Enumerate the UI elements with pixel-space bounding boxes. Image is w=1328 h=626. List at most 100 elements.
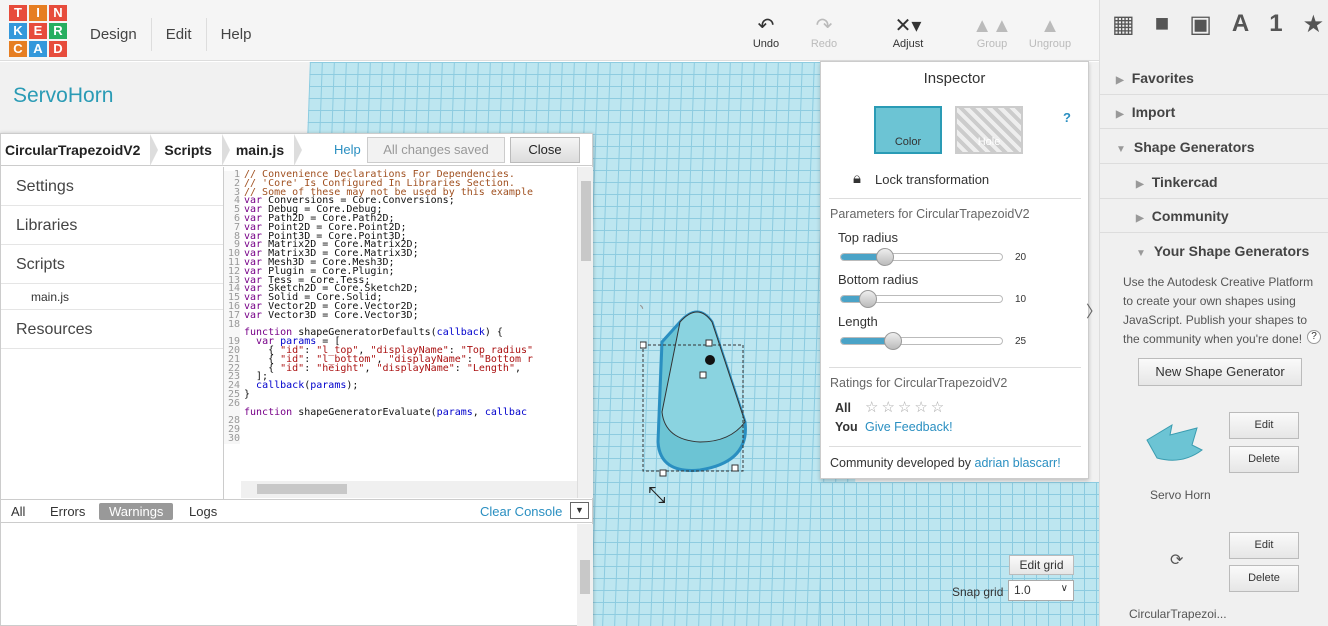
favorites-item[interactable]: ▶ Favorites bbox=[1100, 61, 1328, 95]
nav-libraries[interactable]: Libraries bbox=[1, 206, 223, 245]
menu-design[interactable]: Design bbox=[76, 18, 152, 51]
rotate-icon[interactable]: ⤡ bbox=[648, 482, 666, 507]
collapse-icon: ▼ bbox=[1116, 144, 1126, 155]
rating-all-label: All bbox=[835, 401, 851, 415]
box-icon[interactable]: ■ bbox=[1155, 10, 1170, 39]
param-slider[interactable] bbox=[840, 248, 1003, 266]
slider-knob[interactable] bbox=[859, 290, 878, 308]
menu-help[interactable]: Help bbox=[207, 18, 266, 51]
give-feedback-link[interactable]: Give Feedback! bbox=[865, 420, 953, 434]
selected-shape[interactable]: ⤡ ↶ bbox=[640, 302, 780, 512]
delete-button[interactable]: Delete bbox=[1229, 565, 1299, 592]
rotate-top-icon[interactable]: ↶ bbox=[640, 302, 644, 317]
console-tab-bar: All Errors Warnings Logs Clear Console ▼ bbox=[1, 499, 593, 523]
editor-sidebar: Settings Libraries Scripts main.js Resou… bbox=[1, 167, 224, 499]
divider bbox=[829, 198, 1081, 199]
param-slider[interactable] bbox=[840, 290, 1003, 308]
snap-grid-select[interactable]: 1.0 ∨ bbox=[1008, 580, 1074, 601]
divider bbox=[829, 446, 1081, 447]
console-tab-warnings[interactable]: Warnings bbox=[99, 503, 174, 520]
console-tab-logs[interactable]: Logs bbox=[179, 503, 227, 520]
nav-resources[interactable]: Resources bbox=[1, 310, 223, 349]
console-tab-errors[interactable]: Errors bbox=[40, 503, 95, 520]
clear-console-link[interactable]: Clear Console bbox=[480, 504, 562, 519]
grid-icon[interactable]: ▦ bbox=[1112, 10, 1135, 39]
mesh-icon[interactable]: ▣ bbox=[1189, 10, 1212, 39]
rating-stars[interactable]: ☆☆☆☆☆ bbox=[865, 398, 947, 416]
slider-knob[interactable] bbox=[875, 248, 894, 266]
main-menu: Design Edit Help bbox=[76, 18, 265, 51]
param-value: 25 bbox=[1015, 336, 1027, 347]
handle-br[interactable] bbox=[731, 464, 739, 472]
undo-button[interactable]: ↶ Undo bbox=[736, 14, 796, 50]
edit-button[interactable]: Edit bbox=[1229, 412, 1299, 439]
snap-grid-label: Snap grid bbox=[952, 585, 1004, 599]
delete-button[interactable]: Delete bbox=[1229, 446, 1299, 473]
view-icons: ▦ ■ ▣ A 1 ★ bbox=[1112, 10, 1324, 39]
console-tab-all[interactable]: All bbox=[1, 503, 35, 520]
menu-edit[interactable]: Edit bbox=[152, 18, 207, 51]
close-button[interactable]: Close bbox=[510, 137, 580, 163]
code-editor[interactable]: 1 2 3 4 5 6 7 8 9 10 11 12 13 14 15 16 17 18 19 20 21 22 23 24 2… bbox=[224, 167, 578, 498]
top-bar: TIN KER CAD Design Edit Help ↶ Undo ↷ Redo… bbox=[0, 0, 1099, 61]
adjust-icon: ✕▾ bbox=[894, 15, 922, 37]
group-button[interactable]: ▲▲ Group bbox=[962, 14, 1022, 50]
servo-horn-thumbnail[interactable] bbox=[1142, 410, 1222, 470]
inspector-help-icon[interactable]: ? bbox=[1063, 110, 1071, 125]
hole-swatch[interactable]: Hole bbox=[955, 106, 1023, 154]
handle-bl[interactable] bbox=[659, 469, 667, 477]
author-link[interactable]: adrian blascarr! bbox=[975, 456, 1061, 470]
code-vertical-scrollbar[interactable] bbox=[577, 167, 593, 498]
group-label: Group bbox=[976, 38, 1008, 50]
project-name[interactable]: ServoHorn bbox=[13, 84, 113, 108]
editor-help-link[interactable]: Help bbox=[334, 142, 361, 157]
community-prefix: Community developed by bbox=[830, 456, 972, 470]
star-icon[interactable]: ★ bbox=[1303, 10, 1325, 39]
handle-c[interactable] bbox=[699, 371, 707, 379]
color-swatch[interactable]: Color bbox=[874, 106, 942, 154]
number-icon[interactable]: 1 bbox=[1269, 10, 1282, 39]
community-credit: Community developed by adrian blascarr! bbox=[830, 456, 1061, 470]
text-icon[interactable]: A bbox=[1232, 10, 1249, 39]
console-dropdown-icon[interactable]: ▼ bbox=[570, 502, 589, 519]
ungroup-button[interactable]: ▲ Ungroup bbox=[1020, 14, 1080, 50]
rating-you-label: You bbox=[835, 420, 858, 434]
import-item[interactable]: ▶ Import bbox=[1100, 95, 1328, 129]
undo-label: Undo bbox=[752, 38, 780, 50]
param-label: Bottom radius bbox=[838, 272, 919, 287]
height-handle[interactable] bbox=[705, 355, 715, 365]
nav-settings[interactable]: Settings bbox=[1, 167, 223, 206]
redo-button[interactable]: ↷ Redo bbox=[794, 14, 854, 50]
slider-knob[interactable] bbox=[883, 332, 902, 350]
console-scrollbar[interactable] bbox=[577, 524, 593, 626]
tinkercad-logo[interactable]: TIN KER CAD bbox=[9, 5, 67, 57]
shape-generators-item[interactable]: ▼ Shape Generators bbox=[1100, 130, 1328, 164]
handle-t[interactable] bbox=[705, 339, 713, 347]
tinkercad-item[interactable]: ▶ Tinkercad bbox=[1100, 165, 1328, 199]
save-status-button[interactable]: All changes saved bbox=[367, 137, 505, 163]
code-text[interactable]: // Convenience Declarations For Dependen… bbox=[244, 170, 533, 418]
script-editor: CircularTrapezoidV2 Scripts main.js Help… bbox=[0, 133, 593, 626]
editor-header: CircularTrapezoidV2 Scripts main.js Help… bbox=[1, 133, 592, 166]
collapse-panel-icon[interactable]: 〉 bbox=[1086, 298, 1102, 328]
breadcrumb-scripts[interactable]: Scripts bbox=[150, 133, 231, 166]
new-shape-generator-button[interactable]: New Shape Generator bbox=[1138, 358, 1302, 386]
line-numbers: 1 2 3 4 5 6 7 8 9 10 11 12 13 14 15 16 17 18 19 20 21 22 23 24 2… bbox=[224, 170, 240, 444]
nav-main-js[interactable]: main.js bbox=[1, 284, 223, 310]
your-generators-item[interactable]: ▼ Your Shape Generators bbox=[1100, 234, 1328, 268]
community-item[interactable]: ▶ Community bbox=[1100, 199, 1328, 233]
edit-button[interactable]: Edit bbox=[1229, 532, 1299, 559]
nav-scripts[interactable]: Scripts bbox=[1, 245, 223, 284]
logo-letter: I bbox=[29, 5, 47, 21]
param-slider[interactable] bbox=[840, 332, 1003, 350]
handle-tl[interactable] bbox=[640, 341, 647, 349]
undo-icon: ↶ bbox=[757, 15, 775, 37]
loading-icon: ⟳ bbox=[1170, 552, 1184, 569]
adjust-button[interactable]: ✕▾ Adjust bbox=[878, 14, 938, 50]
help-icon[interactable]: ? bbox=[1307, 330, 1321, 344]
code-horizontal-scrollbar[interactable] bbox=[241, 481, 577, 498]
lock-transformation[interactable]: 🔒︎ Lock transformation bbox=[853, 170, 989, 187]
edit-grid-button[interactable]: Edit grid bbox=[1009, 555, 1074, 575]
breadcrumb-generator[interactable]: CircularTrapezoidV2 bbox=[1, 133, 159, 166]
import-label: Import bbox=[1131, 104, 1176, 120]
